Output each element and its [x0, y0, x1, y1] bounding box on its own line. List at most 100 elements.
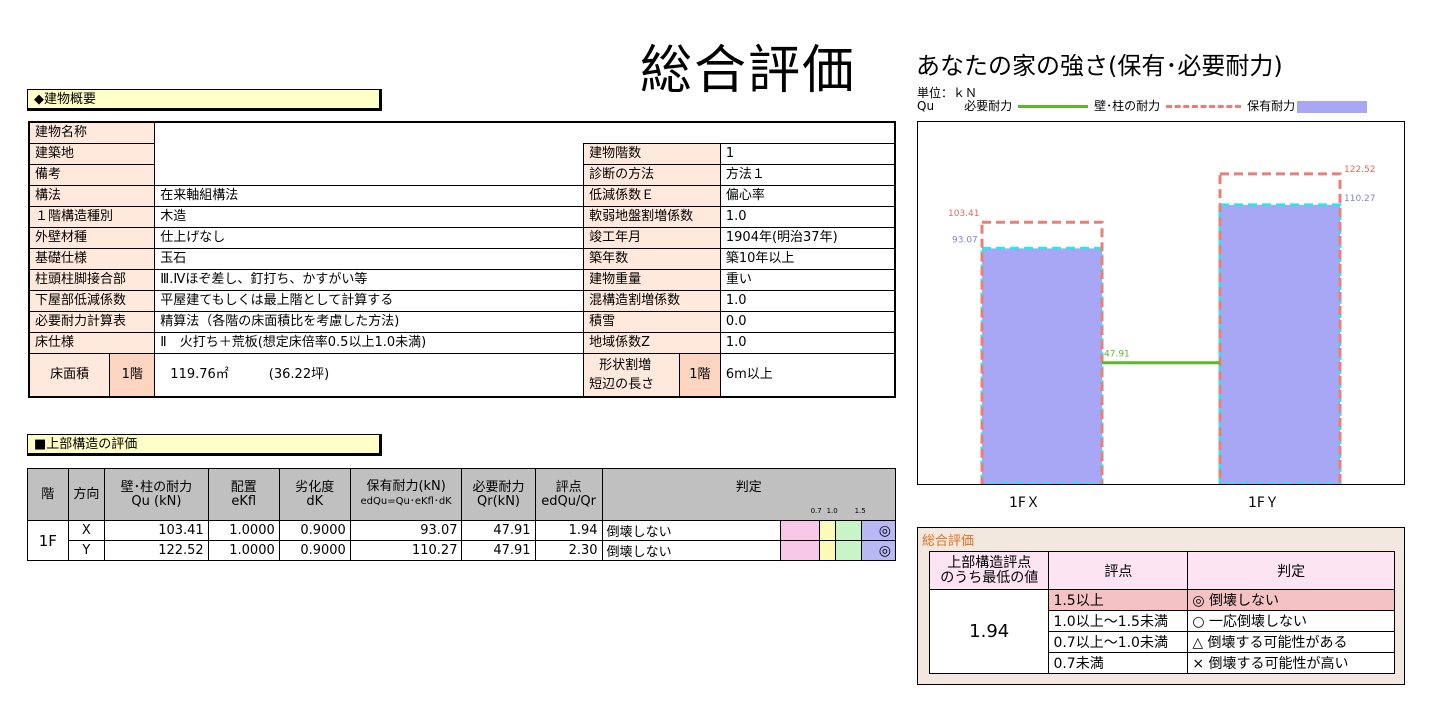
summary-row-0-judge: ◎ 倒壊しない: [1187, 589, 1395, 611]
hold-bar-1: [1220, 204, 1340, 484]
structure-section-header: ■上部構造の評価: [27, 434, 382, 456]
row-y-required: 47.91: [461, 540, 536, 561]
building-label2: 築年数: [583, 248, 721, 270]
summary-col-judge: 判定: [1187, 551, 1395, 590]
building-value2: 1.0: [719, 290, 896, 312]
page-title: 総合評価: [640, 41, 857, 101]
shape-floor: 1階: [678, 354, 720, 396]
summary-row-1-score: 1.0以上～1.5未満: [1048, 610, 1189, 632]
building-label2: 軟弱地盤割増係数: [583, 206, 721, 228]
label-required: 47.91: [1104, 350, 1130, 360]
category-label-x: 1FＸ: [1009, 495, 1040, 511]
building-label2: 低減係数Ｅ: [583, 185, 721, 207]
label-hold-x: 93.07: [952, 235, 978, 245]
scale-label-15: 1.5: [854, 507, 866, 515]
legend-hold-label: 保有耐力: [1247, 99, 1296, 113]
building-row: 必要耐力計算表 精算法（各階の床面積比を考慮した方法) 積雪 0.0: [28, 311, 896, 333]
building-value: Ⅱ 火打ち＋荒板(想定床倍率0.5以上1.0未満): [154, 332, 585, 354]
building-label: 柱頭柱脚接合部: [28, 269, 156, 291]
building-label: 外壁材種: [28, 227, 156, 249]
building-label: 建築地: [28, 143, 156, 165]
summary-row-1-judge: ○ 一応倒壊しない: [1187, 610, 1395, 632]
summary-panel: 総合評価 上部構造評点 のうち最低の値 評点 判定 1.94 1.5以上 ◎ 倒…: [917, 527, 1405, 685]
building-value2: 0.0: [719, 311, 896, 333]
legend-required-label: 必要耐力: [964, 99, 1013, 113]
building-value2: 方法１: [719, 164, 896, 186]
building-label2: 竣工年月: [583, 227, 721, 249]
building-label: 床仕様: [28, 332, 156, 354]
building-value2: 1: [719, 143, 896, 165]
floor-area-value: 119.76㎡: [170, 367, 229, 382]
building-label: １階構造種別: [28, 206, 156, 228]
row-x-judge: 倒壊しない: [601, 520, 782, 541]
row-y-direction: Y: [67, 540, 106, 561]
row-y-band-green: [835, 540, 863, 561]
row-x-direction: X: [67, 520, 106, 541]
legend-qu: Qu: [917, 99, 935, 113]
row-x-required: 47.91: [461, 520, 536, 541]
building-label2: 建物重量: [583, 269, 721, 291]
building-value: 在来軸組構法: [154, 185, 585, 207]
building-row: 備考 診断の方法 方法１: [28, 164, 896, 186]
col-dk: 劣化度 dK: [278, 468, 351, 521]
summary-title: 総合評価: [922, 534, 975, 549]
building-value: 玉石: [154, 248, 585, 270]
floor-area-floor: 1階: [109, 354, 155, 396]
legend-wall-swatch: [1166, 105, 1242, 108]
building-row: 建物名称: [28, 121, 896, 144]
building-label2: 混構造割増係数: [583, 290, 721, 312]
col-ekfl: 配置 eKfl: [207, 468, 280, 521]
building-value: 木造: [154, 206, 585, 228]
summary-row-3-judge: × 倒壊する可能性が高い: [1187, 652, 1395, 674]
label-hold-y: 110.27: [1344, 194, 1376, 204]
building-value: 精算法（各階の床面積比を考慮した方法): [154, 311, 585, 333]
building-section-header: ◆建物概要: [27, 89, 382, 111]
summary-row-2-score: 0.7以上～1.0未満: [1048, 631, 1189, 653]
col-qu: 壁･柱の耐力 Qu (kN): [104, 468, 209, 521]
row-y-dk: 0.9000: [278, 540, 351, 561]
legend-hold-swatch: [1297, 100, 1368, 113]
building-row: 建築地 建物階数 1: [28, 143, 896, 165]
building-value2: 1904年(明治37年): [719, 227, 896, 249]
building-value2: 1.0: [719, 206, 896, 228]
row-y-band-red: [780, 540, 820, 561]
building-row: 構法 在来軸組構法 低減係数Ｅ 偏心率: [28, 185, 896, 207]
building-label: 必要耐力計算表: [28, 311, 156, 333]
building-row: １階構造種別 木造 軟弱地盤割増係数 1.0: [28, 206, 896, 228]
building-label: 基礎仕様: [28, 248, 156, 270]
building-row: 下屋部低減係数 平屋建てもしくは最上階として計算する 混構造割増係数 1.0: [28, 290, 896, 312]
row-x-band-green: [835, 520, 863, 541]
building-row: 柱頭柱脚接合部 Ⅲ.Ⅳほぞ差し、釘打ち、かすがい等 建物重量 重い: [28, 269, 896, 291]
label-wall-y: 122.52: [1344, 165, 1376, 175]
building-value2: 1.0: [719, 332, 896, 354]
col-judge: 判定 0.7 1.0 1.5: [601, 468, 897, 521]
hold-bar-0: [982, 248, 1102, 484]
col-floor: 階: [27, 468, 69, 521]
summary-col-score: 評点: [1048, 551, 1189, 590]
structure-table: 階 方向 壁･柱の耐力 Qu (kN) 配置 eKfl 劣化度 dK 保有耐力(kN)…: [27, 468, 897, 561]
row-x-score: 1.94: [534, 520, 603, 541]
row-x-ekfl: 1.0000: [207, 520, 280, 541]
col-required: 必要耐力 Qr(kN): [461, 468, 536, 521]
col-hold: 保有耐力(kN) edQu=Qu･eKfl･dK: [349, 468, 463, 521]
strength-chart: 103.41 93.07 122.52 110.27 47.91: [948, 165, 1376, 488]
building-value2: 重い: [719, 269, 896, 291]
building-label2: 建物階数: [583, 143, 721, 165]
summary-row-3-score: 0.7未満: [1048, 652, 1189, 674]
building-value: [154, 164, 585, 186]
floor-cell: 1F: [27, 520, 69, 561]
summary-table: 上部構造評点 のうち最低の値 評点 判定 1.94 1.5以上 ◎ 倒壊しない …: [928, 551, 1395, 674]
summary-row-2-judge: △ 倒壊する可能性がある: [1187, 631, 1395, 653]
row-y-ekfl: 1.0000: [207, 540, 280, 561]
scale-label-10: 1.0: [826, 507, 838, 515]
chart-plot-area: 103.41 93.07 122.52 110.27 47.91: [917, 121, 1405, 488]
legend-required-swatch: [1018, 105, 1089, 108]
building-value: Ⅲ.Ⅳほぞ差し、釘打ち、かすがい等: [154, 269, 585, 291]
row-y-band-yellow: [818, 540, 837, 561]
shape-label-1: 形状割増: [599, 358, 652, 373]
row-y-mark: ◎: [861, 540, 896, 561]
building-value: 仕上げなし: [154, 227, 585, 249]
building-label: 下屋部低減係数: [28, 290, 156, 312]
building-row: 床仕様 Ⅱ 火打ち＋荒板(想定床倍率0.5以上1.0未満) 地域係数Z 1.0: [28, 332, 896, 354]
building-value2: 築10年以上: [719, 248, 896, 270]
